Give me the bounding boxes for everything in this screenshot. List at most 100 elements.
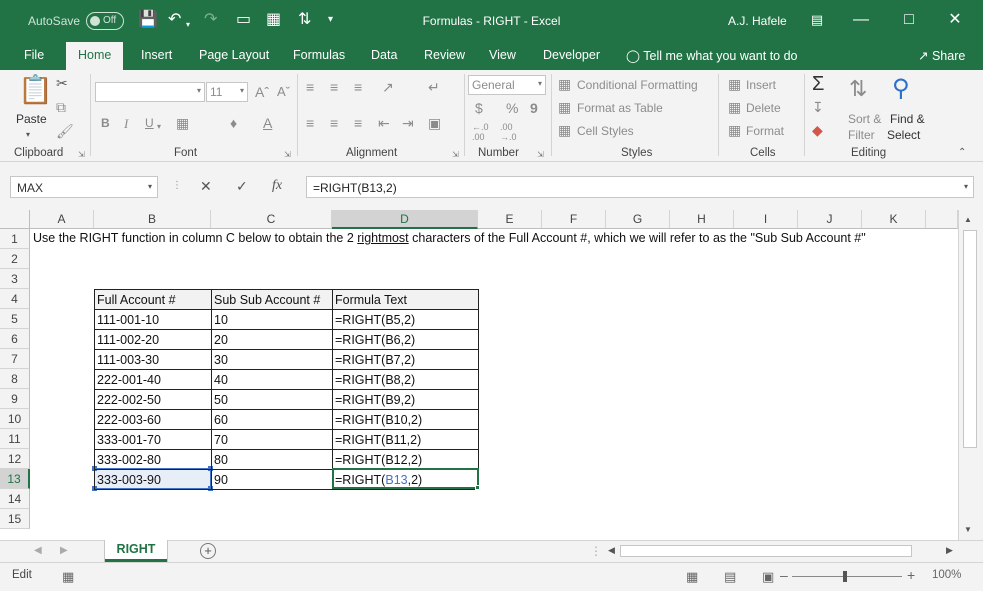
- comma-button[interactable]: 9: [530, 100, 538, 116]
- tell-me-box[interactable]: ◯ Tell me what you want to do: [626, 48, 798, 63]
- tab-insert[interactable]: Insert: [141, 48, 172, 62]
- fill-handle[interactable]: [475, 485, 480, 490]
- tab-formulas[interactable]: Formulas: [293, 48, 345, 62]
- select-all-button[interactable]: [0, 210, 30, 229]
- column-header[interactable]: C: [211, 210, 332, 229]
- horizontal-scrollbar[interactable]: ◀ ▶: [606, 544, 958, 559]
- table-cell[interactable]: 333-001-70: [94, 429, 212, 450]
- previous-sheet-icon[interactable]: ◀: [34, 545, 42, 556]
- alignment-launcher-icon[interactable]: ⇲: [452, 150, 459, 159]
- next-sheet-icon[interactable]: ▶: [60, 545, 68, 556]
- page-layout-view-icon[interactable]: ▤: [724, 569, 736, 585]
- table-cell[interactable]: 20: [211, 329, 333, 350]
- macro-record-icon[interactable]: ▦: [62, 569, 74, 585]
- formula-input[interactable]: =RIGHT(B13,2) ▾: [306, 176, 974, 198]
- fill-color-icon[interactable]: ♦: [230, 116, 237, 130]
- table-cell[interactable]: 60: [211, 409, 333, 430]
- clipboard-launcher-icon[interactable]: ⇲: [78, 150, 85, 159]
- align-center-icon[interactable]: ≡: [330, 116, 338, 130]
- row-header[interactable]: 2: [0, 249, 30, 269]
- row-header[interactable]: 4: [0, 289, 30, 309]
- table-cell[interactable]: 90: [211, 469, 333, 490]
- instruction-text[interactable]: Use the RIGHT function in column C below…: [33, 231, 866, 245]
- vertical-scrollbar[interactable]: ▲ ▼: [958, 210, 983, 540]
- add-sheet-icon[interactable]: +: [200, 543, 216, 559]
- sheet-tab-right[interactable]: RIGHT: [105, 540, 167, 562]
- tab-page-layout[interactable]: Page Layout: [199, 48, 269, 62]
- row-header[interactable]: 8: [0, 369, 30, 389]
- align-middle-icon[interactable]: ≡: [330, 80, 338, 94]
- horizontal-scroll-thumb[interactable]: [620, 545, 912, 557]
- page-break-view-icon[interactable]: ▣: [762, 569, 774, 585]
- table-cell[interactable]: 222-003-60: [94, 409, 212, 430]
- paste-icon[interactable]: 📋: [18, 76, 53, 104]
- enter-icon[interactable]: ✓: [236, 178, 248, 195]
- table-cell[interactable]: 50: [211, 389, 333, 410]
- ribbon-display-icon[interactable]: ▤: [804, 8, 830, 32]
- tab-review[interactable]: Review: [424, 48, 465, 62]
- format-as-table-button[interactable]: Format as Table: [577, 101, 663, 115]
- maximize-icon[interactable]: □: [896, 8, 922, 32]
- fill-icon[interactable]: ↧: [812, 100, 824, 114]
- tab-data[interactable]: Data: [371, 48, 397, 62]
- table-cell[interactable]: 111-001-10: [94, 309, 212, 330]
- row-header[interactable]: 10: [0, 409, 30, 429]
- table-cell[interactable]: 111-003-30: [94, 349, 212, 370]
- orientation-icon[interactable]: ↗: [382, 80, 394, 94]
- row-header[interactable]: 9: [0, 389, 30, 409]
- column-header[interactable]: [926, 210, 958, 229]
- table-cell[interactable]: 222-001-40: [94, 369, 212, 390]
- delete-cells-button[interactable]: Delete: [746, 101, 781, 115]
- percent-button[interactable]: %: [506, 100, 518, 116]
- tab-file[interactable]: File: [24, 48, 44, 62]
- tab-developer[interactable]: Developer: [543, 48, 600, 62]
- autosum-icon[interactable]: Σ: [812, 73, 824, 96]
- column-header[interactable]: H: [670, 210, 734, 229]
- column-header[interactable]: A: [30, 210, 94, 229]
- align-right-icon[interactable]: ≡: [354, 116, 362, 130]
- tab-view[interactable]: View: [489, 48, 516, 62]
- bold-button[interactable]: B: [101, 116, 110, 130]
- vertical-scroll-thumb[interactable]: [963, 230, 977, 448]
- zoom-level[interactable]: 100%: [932, 569, 961, 581]
- user-name[interactable]: A.J. Hafele: [728, 14, 787, 28]
- tab-split-grip-icon[interactable]: ⋮: [590, 544, 602, 558]
- close-icon[interactable]: ✕: [942, 8, 968, 32]
- column-header[interactable]: K: [862, 210, 926, 229]
- cut-icon[interactable]: ✂: [56, 76, 68, 90]
- grow-font-icon[interactable]: Aˆ: [255, 84, 269, 100]
- zoom-slider-track[interactable]: [792, 576, 902, 577]
- number-launcher-icon[interactable]: ⇲: [537, 150, 544, 159]
- insert-cells-button[interactable]: Insert: [746, 78, 776, 92]
- font-name-box[interactable]: ▾: [95, 82, 205, 102]
- row-header[interactable]: 1: [0, 229, 30, 249]
- merge-center-icon[interactable]: ▣: [428, 116, 441, 130]
- format-cells-button[interactable]: Format: [746, 124, 784, 138]
- table-cell[interactable]: =RIGHT(B6,2): [332, 329, 479, 350]
- filter-label[interactable]: Filter: [848, 128, 875, 142]
- table-cell[interactable]: 80: [211, 449, 333, 470]
- font-launcher-icon[interactable]: ⇲: [284, 150, 291, 159]
- table-cell[interactable]: =RIGHT(B8,2): [332, 369, 479, 390]
- table-header-cell[interactable]: Formula Text: [332, 289, 479, 310]
- table-cell[interactable]: =RIGHT(B5,2): [332, 309, 479, 330]
- collapse-ribbon-icon[interactable]: ⌃: [958, 146, 966, 160]
- row-header[interactable]: 5: [0, 309, 30, 329]
- row-header[interactable]: 11: [0, 429, 30, 449]
- copy-icon[interactable]: ⧉: [56, 100, 66, 114]
- row-header[interactable]: 6: [0, 329, 30, 349]
- select-label[interactable]: Select: [887, 128, 920, 142]
- find-select-label[interactable]: Find &: [890, 112, 925, 126]
- row-header[interactable]: 7: [0, 349, 30, 369]
- table-cell[interactable]: 333-002-80: [94, 449, 212, 470]
- tab-home[interactable]: Home: [66, 42, 124, 72]
- table-cell[interactable]: 333-003-90: [94, 469, 212, 490]
- zoom-in-icon[interactable]: +: [907, 567, 915, 583]
- row-header[interactable]: 14: [0, 489, 30, 509]
- table-cell[interactable]: =RIGHT(B9,2): [332, 389, 479, 410]
- currency-button[interactable]: $: [475, 100, 483, 116]
- decrease-decimal-icon[interactable]: .00 →.0: [500, 122, 517, 142]
- borders-button-icon[interactable]: ▦: [176, 116, 189, 130]
- column-header[interactable]: G: [606, 210, 670, 229]
- decrease-indent-icon[interactable]: ⇤: [378, 116, 390, 130]
